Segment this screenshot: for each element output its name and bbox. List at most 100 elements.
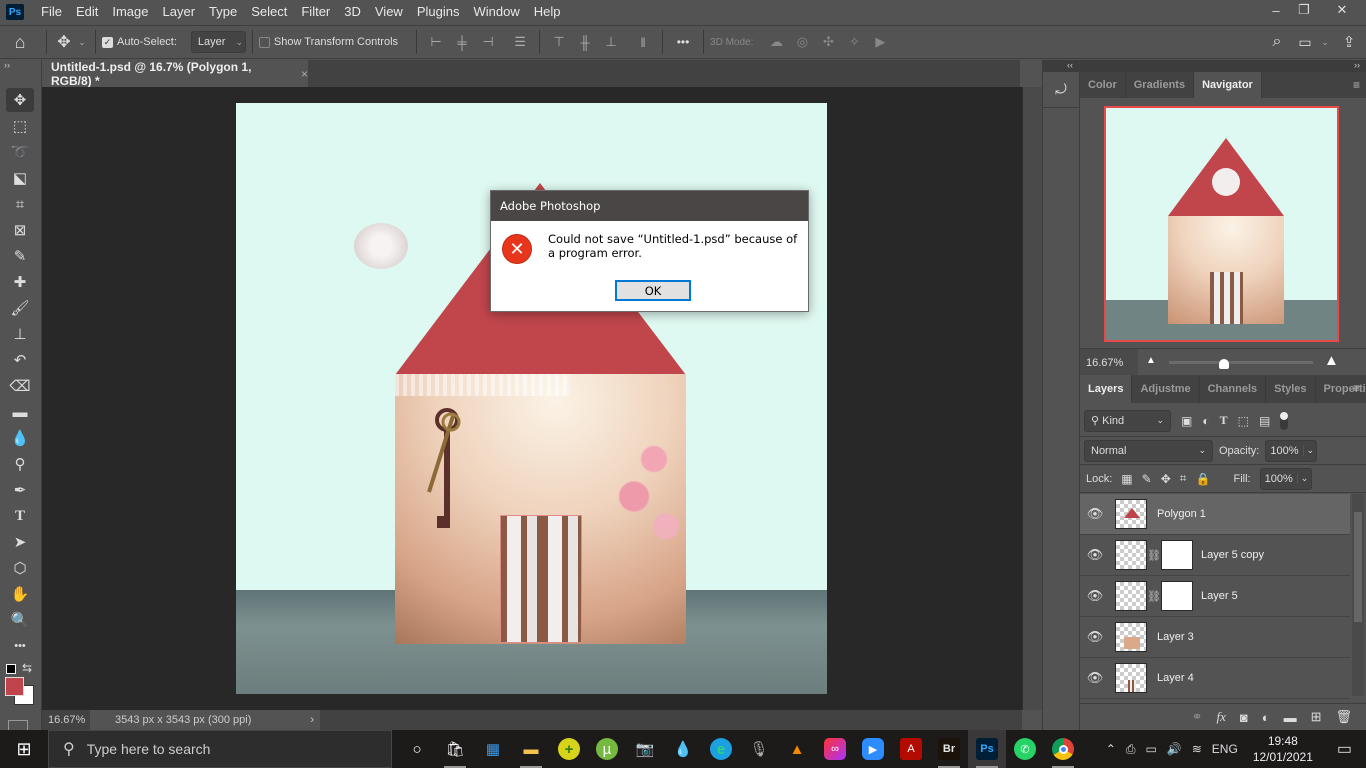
path-selection-tool[interactable]: ➤ [6, 530, 34, 554]
move-tool-icon[interactable]: ✥ [53, 32, 75, 52]
healing-brush-tool[interactable]: ✚ [6, 270, 34, 294]
tab-styles[interactable]: Styles [1266, 375, 1316, 403]
filter-shape-icon[interactable]: ⬚ [1238, 414, 1249, 428]
filter-toggle[interactable] [1280, 411, 1289, 430]
zoom-tool[interactable]: 🔍 [6, 608, 34, 632]
photoshop-taskbar-icon[interactable]: Ps [968, 730, 1006, 768]
dialog-title[interactable]: Adobe Photoshop [491, 191, 808, 221]
search-icon[interactable]: ⌕ [1262, 33, 1292, 51]
chevron-right-icon[interactable]: › [310, 714, 314, 726]
navigator-zoom-slider[interactable] [1169, 361, 1313, 364]
acrobat-icon[interactable]: A [892, 730, 930, 768]
3d-slide-icon[interactable]: ✧ [843, 31, 865, 53]
edit-toolbar-button[interactable]: ••• [6, 634, 34, 658]
layers-scrollbar-thumb[interactable] [1354, 512, 1362, 622]
fx-icon[interactable]: fx [1216, 709, 1225, 725]
vlc-icon[interactable]: ▲ [778, 730, 816, 768]
tab-channels[interactable]: Channels [1200, 375, 1267, 403]
menu-view[interactable]: View [368, 0, 410, 24]
close-tab-icon[interactable]: × [301, 67, 308, 81]
history-brush-tool[interactable]: ↶ [6, 348, 34, 372]
zoom-out-icon[interactable]: ▲ [1146, 355, 1156, 366]
opacity-field[interactable]: 100% ⌄ [1265, 439, 1318, 462]
link-layers-icon[interactable]: ⚭ [1192, 709, 1203, 725]
lock-position-icon[interactable]: ✥ [1161, 472, 1171, 486]
menu-edit[interactable]: Edit [69, 0, 105, 24]
fill-field[interactable]: 100% ⌄ [1259, 467, 1312, 490]
history-panel-icon[interactable]: ⤾ [1043, 72, 1079, 108]
file-explorer-icon[interactable]: ▬ [512, 730, 550, 768]
lock-image-icon[interactable]: ✎ [1142, 472, 1152, 486]
menu-3d[interactable]: 3D [337, 0, 368, 24]
panel-menu-icon[interactable]: ≡ [1353, 78, 1360, 92]
type-tool[interactable]: T [6, 504, 34, 528]
eyedropper-tool[interactable]: ✎ [6, 244, 34, 268]
filter-type-icon[interactable]: T [1220, 413, 1228, 428]
clock[interactable]: 19:48 12/01/2021 [1243, 733, 1323, 765]
dodge-tool[interactable]: ⚲ [6, 452, 34, 476]
adjustment-layer-icon[interactable]: ◐ [1262, 710, 1270, 725]
quick-mask-icon[interactable] [8, 720, 28, 730]
lock-transparent-icon[interactable]: ▦ [1121, 472, 1132, 486]
tab-navigator[interactable]: Navigator [1194, 72, 1262, 98]
menu-window[interactable]: Window [466, 0, 526, 24]
tab-layers[interactable]: Layers [1080, 375, 1133, 403]
show-hidden-icons[interactable]: ⌃ [1101, 742, 1121, 756]
filter-pixel-icon[interactable]: ▣ [1181, 414, 1192, 428]
layer-row-layer-4[interactable]: 👁 Layer 4 [1080, 658, 1350, 699]
restore-button[interactable]: ❐ [1290, 0, 1318, 20]
mask-link-icon[interactable]: ⛓ [1147, 549, 1161, 562]
minimize-button[interactable]: – [1262, 0, 1290, 20]
new-group-icon[interactable]: ▬ [1284, 710, 1297, 725]
navigator-zoom-slider-thumb[interactable] [1218, 359, 1229, 369]
3d-roll-icon[interactable]: ◎ [791, 31, 813, 53]
voice-recorder-icon[interactable]: 🎙 [740, 730, 778, 768]
eraser-tool[interactable]: ⌫ [6, 374, 34, 398]
tool-preset-chevron-icon[interactable]: ⌄ [75, 37, 89, 48]
menu-plugins[interactable]: Plugins [410, 0, 467, 24]
object-select-tool[interactable]: ⬕ [6, 166, 34, 190]
lock-all-icon[interactable]: 🔒 [1196, 472, 1211, 486]
visibility-eye-icon[interactable]: 👁 [1080, 547, 1110, 563]
tab-adjustments[interactable]: Adjustme [1132, 375, 1200, 403]
add-mask-icon[interactable]: ◙ [1240, 710, 1248, 725]
lock-artboard-icon[interactable]: ⌗ [1180, 471, 1187, 486]
blur-tool[interactable]: 💧 [6, 426, 34, 450]
distribute-vertical-icon[interactable]: ☰ [509, 31, 531, 53]
auto-select-checkbox[interactable]: ✓ Auto-Select: [102, 36, 177, 48]
language-indicator[interactable]: ENG [1207, 742, 1243, 756]
filter-kind-dropdown[interactable]: ⚲ Kind ⌄ [1084, 409, 1171, 432]
zoom-in-icon[interactable]: ▲ [1324, 352, 1339, 369]
mask-link-icon[interactable]: ⛓ [1147, 590, 1161, 603]
navigator-zoom-value[interactable]: 16.67% [1080, 348, 1138, 377]
align-horizontal-center-icon[interactable]: ╪ [451, 31, 473, 53]
layers-panel-menu-icon[interactable]: ≡ [1353, 381, 1360, 395]
visibility-eye-icon[interactable]: 👁 [1080, 629, 1110, 645]
distribute-horizontal-icon[interactable]: ‖ [632, 31, 654, 53]
status-zoom[interactable]: 16.67% [42, 714, 90, 726]
close-window-button[interactable]: ✕ [1318, 0, 1366, 20]
layer-name[interactable]: Layer 4 [1147, 672, 1194, 684]
visibility-eye-icon[interactable]: 👁 [1080, 588, 1110, 604]
layer-name[interactable]: Layer 5 [1193, 590, 1238, 602]
layer-row-layer-3[interactable]: 👁 Layer 3 [1080, 617, 1350, 658]
camera-tray-icon[interactable]: ⎙ [1121, 742, 1141, 757]
delete-layer-icon[interactable]: 🗑 [1335, 709, 1352, 725]
expand-toolbox-icon[interactable]: ›› [4, 60, 10, 70]
layer-row-layer-5-copy[interactable]: 👁 ⛓ Layer 5 copy [1080, 535, 1350, 576]
blend-mode-dropdown[interactable]: Normal ⌄ [1084, 439, 1213, 462]
tab-color[interactable]: Color [1080, 72, 1126, 98]
new-layer-icon[interactable]: ⊞ [1311, 709, 1322, 725]
pen-tool[interactable]: ✒ [6, 478, 34, 502]
3d-orbit-icon[interactable]: ☁ [765, 31, 787, 53]
tab-gradients[interactable]: Gradients [1126, 72, 1195, 98]
menu-image[interactable]: Image [105, 0, 155, 24]
wifi-icon[interactable]: ≋ [1187, 742, 1207, 756]
layer-name[interactable]: Layer 3 [1147, 631, 1194, 643]
whatsapp-icon[interactable]: ✆ [1006, 730, 1044, 768]
menu-layer[interactable]: Layer [156, 0, 203, 24]
shape-tool[interactable]: ⬡ [6, 556, 34, 580]
menu-type[interactable]: Type [202, 0, 244, 24]
zoom-app-icon[interactable]: ▶ [854, 730, 892, 768]
layer-mask-thumbnail[interactable] [1161, 540, 1193, 570]
